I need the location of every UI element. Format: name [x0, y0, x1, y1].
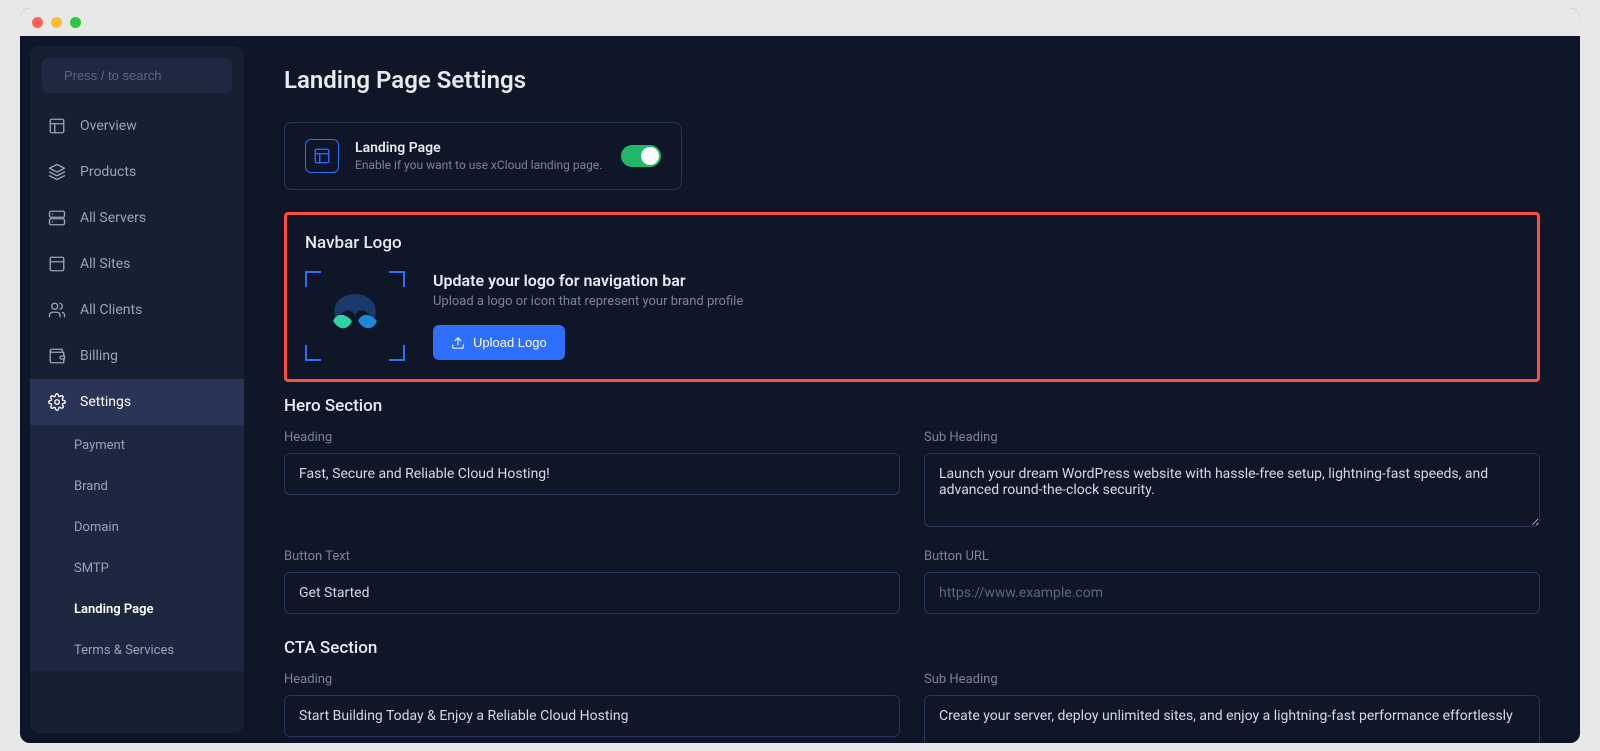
search-box[interactable] — [42, 58, 232, 93]
sidebar-item-billing[interactable]: Billing — [30, 333, 244, 379]
navbar-logo-highlight: Navbar Logo Update your logo for navigat… — [284, 212, 1540, 382]
close-window-button[interactable] — [32, 17, 43, 28]
logo-preview-icon — [323, 291, 387, 341]
gear-icon — [48, 393, 66, 411]
cta-subheading-textarea[interactable] — [924, 695, 1540, 743]
sidebar-item-settings[interactable]: Settings — [30, 379, 244, 425]
sidebar-item-label: Products — [80, 164, 136, 180]
hero-subheading-textarea[interactable] — [924, 453, 1540, 527]
panel-icon — [48, 255, 66, 273]
subnav-item-brand[interactable]: Brand — [30, 466, 244, 507]
sidebar-item-products[interactable]: Products — [30, 149, 244, 195]
hero-button-text-input[interactable] — [284, 572, 900, 614]
subnav-item-domain[interactable]: Domain — [30, 507, 244, 548]
hero-section-title: Hero Section — [284, 396, 1540, 416]
landing-page-toggle[interactable] — [621, 145, 661, 167]
navbar-logo-section-title: Navbar Logo — [305, 233, 1519, 253]
hero-button-text-label: Button Text — [284, 549, 900, 564]
toggle-desc: Enable if you want to use xCloud landing… — [355, 158, 605, 172]
logo-preview-frame — [305, 271, 405, 361]
sidebar: Overview Products All Servers All Sites … — [30, 46, 244, 733]
upload-logo-button[interactable]: Upload Logo — [433, 325, 565, 360]
sidebar-item-all-clients[interactable]: All Clients — [30, 287, 244, 333]
users-icon — [48, 301, 66, 319]
sidebar-item-all-sites[interactable]: All Sites — [30, 241, 244, 287]
sidebar-item-overview[interactable]: Overview — [30, 103, 244, 149]
upload-logo-button-label: Upload Logo — [473, 335, 547, 350]
search-input[interactable] — [64, 68, 240, 83]
server-icon — [48, 209, 66, 227]
sidebar-item-label: Settings — [80, 394, 131, 410]
subnav-item-smtp[interactable]: SMTP — [30, 548, 244, 589]
window-titlebar — [20, 8, 1580, 36]
sidebar-item-label: All Clients — [80, 302, 142, 318]
logo-title: Update your logo for navigation bar — [433, 271, 743, 290]
upload-icon — [451, 336, 465, 350]
sidebar-item-all-servers[interactable]: All Servers — [30, 195, 244, 241]
minimize-window-button[interactable] — [51, 17, 62, 28]
hero-heading-input[interactable] — [284, 453, 900, 495]
panel-icon — [305, 139, 339, 173]
logo-desc: Upload a logo or icon that represent you… — [433, 294, 743, 309]
settings-subnav: Payment Brand Domain SMTP Landing Page T… — [30, 425, 244, 671]
sidebar-item-label: Billing — [80, 348, 118, 364]
toggle-title: Landing Page — [355, 140, 605, 156]
hero-button-url-input[interactable] — [924, 572, 1540, 614]
maximize-window-button[interactable] — [70, 17, 81, 28]
hero-subheading-label: Sub Heading — [924, 430, 1540, 445]
sidebar-item-label: Overview — [80, 118, 137, 134]
layout-icon — [48, 117, 66, 135]
landing-page-toggle-card: Landing Page Enable if you want to use x… — [284, 122, 682, 190]
hero-button-url-label: Button URL — [924, 549, 1540, 564]
sidebar-item-label: All Sites — [80, 256, 130, 272]
wallet-icon — [48, 347, 66, 365]
layers-icon — [48, 163, 66, 181]
subnav-item-terms[interactable]: Terms & Services — [30, 630, 244, 671]
hero-heading-label: Heading — [284, 430, 900, 445]
cta-section-title: CTA Section — [284, 638, 1540, 658]
cta-subheading-label: Sub Heading — [924, 672, 1540, 687]
sidebar-item-label: All Servers — [80, 210, 146, 226]
subnav-item-landing-page[interactable]: Landing Page — [30, 589, 244, 630]
page-title: Landing Page Settings — [284, 66, 1540, 94]
cta-heading-input[interactable] — [284, 695, 900, 737]
main-content: Landing Page Settings Landing Page Enabl… — [244, 36, 1580, 743]
cta-heading-label: Heading — [284, 672, 900, 687]
subnav-item-payment[interactable]: Payment — [30, 425, 244, 466]
